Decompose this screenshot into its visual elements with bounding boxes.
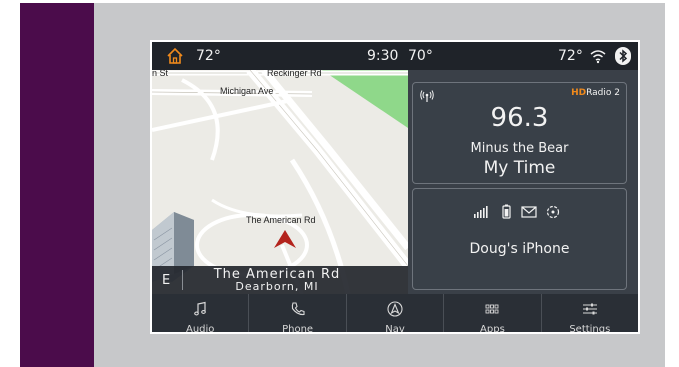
phone-icon [291, 302, 305, 316]
current-street-bar: E The American Rd Dearborn, MI [152, 266, 408, 294]
nav-phone-button[interactable]: Phone [249, 294, 347, 332]
map-drawing [152, 70, 408, 294]
current-city: Dearborn, MI [235, 280, 319, 293]
apps-grid-icon [485, 304, 499, 314]
map-label-michigan: Michigan Ave [220, 86, 274, 96]
nav-nav-label: Nav [385, 324, 405, 332]
hd-channel: 2 [614, 88, 620, 98]
radio-signal-icon [420, 90, 434, 102]
navigation-map[interactable]: n St Reckinger Rd Michigan Ave The Ameri… [152, 70, 408, 294]
climate-temp-right: 72° [558, 48, 583, 64]
map-label-reckinger: Reckinger Rd [267, 70, 322, 78]
radio-tile[interactable]: HDRadio 2 96.3 Minus the Bear My Time [412, 82, 627, 184]
radio-frequency: 96.3 [490, 103, 549, 133]
wifi-icon [590, 50, 606, 64]
nav-audio-label: Audio [185, 324, 215, 332]
infotainment-screen: 72° 9:30 70° 72° n St Reckinger Rd Michi… [150, 40, 640, 334]
nav-settings-label: Settings [569, 324, 611, 332]
nav-apps-button[interactable]: Apps [444, 294, 542, 332]
bottom-navigation-bar: Audio Phone Nav Apps Settings [152, 294, 638, 332]
hd-radio-label: Radio [586, 88, 612, 98]
phone-status-icons [474, 204, 560, 219]
music-note-icon [194, 301, 207, 316]
map-label-american-rd: The American Rd [246, 215, 316, 225]
clock: 9:30 [367, 48, 399, 64]
battery-icon [502, 204, 511, 219]
message-icon [521, 206, 537, 218]
purple-accent-bar [20, 3, 94, 367]
signal-strength-icon [474, 206, 488, 218]
outside-temp-mid: 70° [408, 48, 433, 64]
connected-phone-name: Doug's iPhone [469, 241, 570, 257]
hd-logo-icon: HD [571, 88, 587, 98]
radio-artist: Minus the Bear [470, 141, 569, 156]
navigation-icon [387, 301, 403, 317]
phone-tile[interactable]: Doug's iPhone [412, 188, 627, 290]
nav-settings-button[interactable]: Settings [542, 294, 638, 332]
radio-song: My Time [483, 158, 556, 178]
outside-temp-left: 72° [196, 48, 221, 64]
map-label-street-top-left: n St [152, 70, 169, 78]
bluetooth-icon [615, 47, 631, 65]
voice-command-icon [546, 205, 560, 219]
nav-audio-button[interactable]: Audio [152, 294, 250, 332]
status-bar: 72° 9:30 70° 72° [152, 42, 638, 70]
right-tiles-area: HDRadio 2 96.3 Minus the Bear My Time Do… [408, 70, 638, 294]
compass-heading: E [162, 273, 171, 288]
nav-apps-label: Apps [480, 324, 505, 332]
settings-sliders-icon [582, 303, 597, 315]
nav-phone-label: Phone [282, 324, 314, 332]
screen-display: 72° 9:30 70° 72° n St Reckinger Rd Michi… [152, 42, 638, 332]
hd-radio-badge: HDRadio 2 [571, 88, 620, 98]
nav-nav-button[interactable]: Nav [347, 294, 445, 332]
home-icon[interactable] [166, 47, 184, 65]
